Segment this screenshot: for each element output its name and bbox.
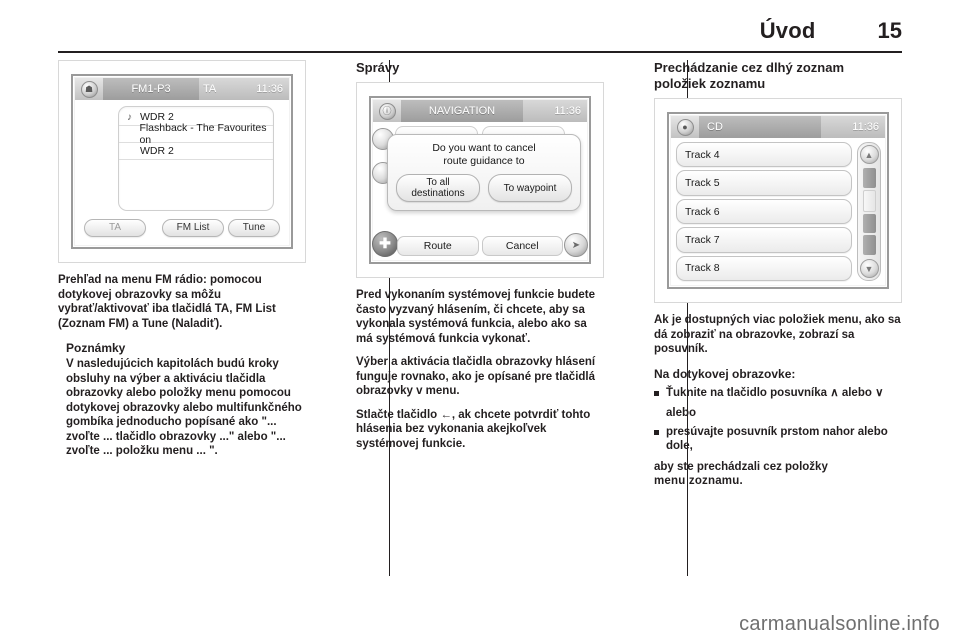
- fm-row-text: WDR 2: [140, 145, 174, 157]
- disc-button[interactable]: ●: [671, 116, 699, 138]
- page-title: Úvod: [759, 18, 816, 43]
- right-column: Prechádzanie cez dlhý zoznam položiek zo…: [654, 60, 902, 580]
- dialog-line-1: Do you want to cancel: [432, 142, 536, 154]
- route-button[interactable]: Route: [397, 236, 479, 256]
- left-lead-paragraph: Prehľad na menu FM rádio: pomocou dotyko…: [58, 274, 276, 330]
- info-button[interactable]: ⓘ: [373, 100, 401, 122]
- arrow-button-icon[interactable]: ➤: [564, 233, 588, 257]
- left-sub-heading: Poznámky: [66, 341, 126, 355]
- chevron-up-icon[interactable]: ▲: [859, 145, 879, 164]
- chevron-down-icon[interactable]: ▼: [859, 259, 879, 278]
- to-waypoint-button[interactable]: To waypoint: [488, 174, 572, 202]
- right-closing-line-1: aby ste prechádzali cez položky: [654, 460, 828, 473]
- cd-track-list: Track 4 Track 5 Track 6 Track 7 Track 8: [676, 142, 852, 282]
- right-heading-line-1: Prechádzanie cez dlhý zoznam: [654, 60, 845, 75]
- mid-column: Správy ⓘ NAVIGATION 11:36 ✚ ➤ Route Canc…: [356, 60, 604, 580]
- ta-button[interactable]: TA: [84, 219, 146, 237]
- mid-body-copy: Pred vykonaním systémovej funkcie budete…: [356, 288, 604, 451]
- dialog-buttons: To all destinations To waypoint: [396, 174, 572, 202]
- list-item[interactable]: Track 8: [676, 255, 852, 282]
- info-icon: ⓘ: [378, 102, 396, 120]
- left-column: ☗ FM1-P3 TA 11:36 ♪ WDR 2 Flashback - Th…: [58, 60, 306, 580]
- fm-status-area: TA 11:36: [199, 78, 289, 100]
- scrollbar-thumb-segment[interactable]: [862, 213, 876, 234]
- home-button[interactable]: ☗: [75, 78, 103, 100]
- or-label: alebo: [666, 407, 697, 419]
- cd-title-label: CD: [699, 116, 821, 138]
- dialog-line-2: route guidance to: [443, 155, 525, 167]
- button-line-1: To all: [426, 177, 450, 188]
- cancel-button[interactable]: Cancel: [481, 236, 563, 256]
- site-watermark: carmanualsonline.info: [739, 613, 940, 635]
- fm-list-button[interactable]: FM List: [162, 219, 224, 237]
- music-note-icon: ♪: [127, 111, 132, 123]
- left-body-copy: Prehľad na menu FM rádio: pomocou dotyko…: [58, 273, 306, 459]
- mid-heading: Správy: [356, 60, 400, 75]
- scrollbar[interactable]: ▲ ▼: [857, 142, 881, 281]
- right-bullet-list: Ťuknite na tlačidlo posuvníka ∧ alebo ∨: [654, 386, 902, 401]
- home-icon: ☗: [80, 80, 98, 98]
- scrollbar-track-segment[interactable]: [862, 189, 876, 212]
- nav-bottom-buttons: Route Cancel: [397, 236, 563, 256]
- right-closing-line-2: menu zoznamu.: [654, 475, 743, 487]
- page-header: Úvod 15: [58, 10, 902, 53]
- confirm-dialog: Do you want to cancel route guidance to …: [387, 134, 581, 211]
- button-line-1: To waypoint: [503, 182, 557, 194]
- tune-button[interactable]: Tune: [228, 219, 280, 237]
- mid-paragraph-1: Pred vykonaním systémovej funkcie budete…: [356, 289, 596, 345]
- nav-title-label: NAVIGATION: [401, 100, 523, 122]
- fm-row: WDR 2: [119, 143, 273, 160]
- fm-source-label: FM1-P3: [103, 78, 199, 100]
- right-body-copy: Ak je dostupných viac položiek menu, ako…: [654, 313, 902, 489]
- scrollbar-thumb-segment[interactable]: [862, 168, 876, 188]
- fm-row-empty: [119, 160, 273, 210]
- right-bullet-list-2: presúvajte posuvník prstom nahor alebo d…: [654, 425, 902, 454]
- clock-label: 11:36: [852, 121, 879, 133]
- right-heading-line-2: položiek zoznamu: [654, 76, 766, 91]
- fm-radio-figure: ☗ FM1-P3 TA 11:36 ♪ WDR 2 Flashback - Th…: [58, 60, 306, 263]
- scrollbar-track[interactable]: [862, 166, 876, 257]
- clock-label: 11:36: [256, 83, 283, 95]
- fm-titlebar: ☗ FM1-P3 TA 11:36: [75, 78, 289, 100]
- clock-label: 11:36: [554, 105, 581, 117]
- cd-body: Track 4 Track 5 Track 6 Track 7 Track 8 …: [671, 138, 885, 285]
- right-sub-heading: Na dotykovej obrazovke:: [654, 366, 796, 381]
- scrollbar-thumb-segment[interactable]: [862, 235, 876, 255]
- disc-icon: ●: [676, 118, 694, 136]
- fm-body: ♪ WDR 2 Flashback - The Favourites on WD…: [75, 100, 289, 245]
- nav-titlebar: ⓘ NAVIGATION 11:36: [373, 100, 587, 122]
- page-number: 15: [877, 18, 902, 43]
- list-item[interactable]: Track 4: [676, 142, 852, 168]
- list-item[interactable]: Track 5: [676, 170, 852, 196]
- right-heading: Prechádzanie cez dlhý zoznam položiek zo…: [654, 60, 902, 92]
- button-line-2: destinations: [411, 188, 465, 199]
- nav-status-area: 11:36: [523, 100, 587, 122]
- device-bezel: ☗ FM1-P3 TA 11:36 ♪ WDR 2 Flashback - Th…: [71, 74, 293, 249]
- cd-status-area: 11:36: [821, 116, 885, 138]
- fm-row: Flashback - The Favourites on: [119, 122, 273, 146]
- mid-paragraph-2: Výber a aktivácia tlačidla obrazovky hlá…: [356, 356, 596, 397]
- nav-body: ✚ ➤ Route Cancel Do you want to cancel r…: [372, 122, 588, 260]
- compass-icon[interactable]: ✚: [372, 231, 398, 257]
- list-item: presúvajte posuvník prstom nahor alebo d…: [654, 425, 902, 454]
- device-bezel: ● CD 11:36 Track 4 Track 5 Track 6 Track…: [667, 112, 889, 289]
- list-item[interactable]: Track 7: [676, 227, 852, 253]
- list-item[interactable]: Track 6: [676, 198, 852, 225]
- header-divider: [58, 51, 902, 53]
- ta-indicator: TA: [203, 83, 217, 95]
- mid-paragraph-3: Stlačte tlačidlo ←, ak chcete potvrdiť t…: [356, 408, 591, 450]
- fm-button-row: TA FM List Tune: [84, 217, 280, 239]
- fm-info-panel[interactable]: ♪ WDR 2 Flashback - The Favourites on WD…: [118, 106, 274, 211]
- device-bezel: ⓘ NAVIGATION 11:36 ✚ ➤ Route Cancel Do y…: [369, 96, 591, 264]
- list-item: Ťuknite na tlačidlo posuvníka ∧ alebo ∨: [654, 386, 902, 401]
- cd-titlebar: ● CD 11:36: [671, 116, 885, 138]
- right-paragraph-1: Ak je dostupných viac položiek menu, ako…: [654, 314, 901, 355]
- to-all-destinations-button[interactable]: To all destinations: [396, 174, 480, 202]
- navigation-figure: ⓘ NAVIGATION 11:36 ✚ ➤ Route Cancel Do y…: [356, 82, 604, 278]
- content-columns: ☗ FM1-P3 TA 11:36 ♪ WDR 2 Flashback - Th…: [58, 60, 902, 580]
- left-note-paragraph: V nasledujúcich kapitolách budú kroky ob…: [66, 358, 302, 457]
- cd-list-figure: ● CD 11:36 Track 4 Track 5 Track 6 Track…: [654, 98, 902, 303]
